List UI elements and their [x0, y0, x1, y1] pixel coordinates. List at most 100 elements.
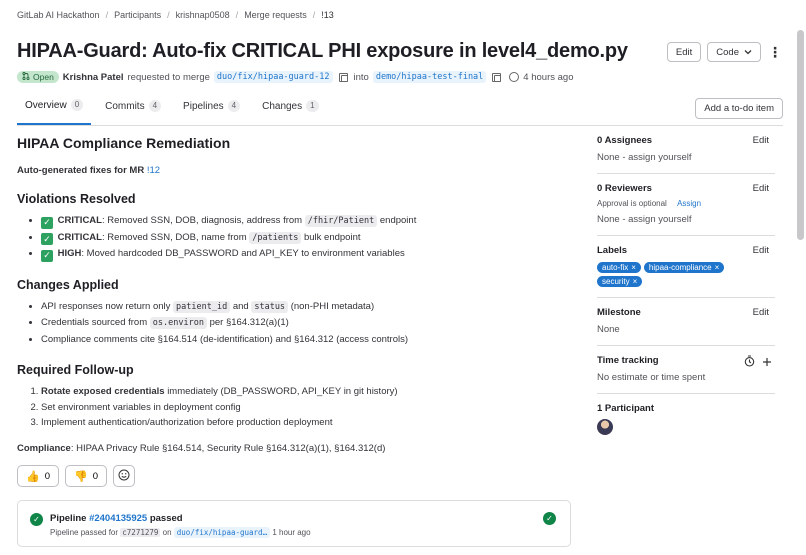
code-dropdown-button[interactable]: Code — [707, 42, 761, 62]
list-item: ✓ HIGH: Moved hardcoded DB_PASSWORD and … — [41, 246, 572, 262]
merge-request-icon — [22, 71, 30, 82]
stopwatch-icon[interactable] — [744, 355, 755, 370]
tab-label: Overview — [25, 99, 67, 111]
violation-text: : Removed SSN, DOB, diagnosis, address f… — [101, 215, 303, 226]
followup-list: Rotate exposed credentials immediately (… — [17, 384, 572, 431]
label-pill[interactable]: auto-fix × — [597, 262, 641, 273]
breadcrumb-item-current[interactable]: !13 — [321, 10, 334, 20]
violation-text: : Removed SSN, DOB, name from — [101, 231, 247, 243]
source-branch[interactable]: duo/fix/hipaa-guard-12 — [213, 71, 333, 83]
tab-count: 4 — [148, 100, 162, 112]
thumbs-up-icon: 👍 — [26, 470, 40, 483]
into-text: into — [353, 71, 369, 83]
pipeline-branch[interactable]: duo/fix/hipaa-guard… — [173, 527, 271, 538]
copy-icon[interactable] — [338, 72, 348, 82]
approval-text: Approval is optional — [597, 199, 667, 208]
pipeline-summary: Pipeline #2404135925 passed — [50, 513, 183, 524]
label-pill[interactable]: security × — [597, 276, 643, 287]
violation-text: endpoint — [379, 215, 417, 226]
violations-heading: Violations Resolved — [17, 192, 136, 206]
thumbs-up-count: 0 — [44, 470, 50, 482]
pipeline-time: 1 hour ago — [272, 528, 311, 537]
breadcrumb: GitLab AI Hackathon / Participants / kri… — [17, 10, 334, 20]
copy-icon[interactable] — [492, 72, 502, 82]
status-label: Open — [33, 72, 54, 82]
milestone-edit-button[interactable]: Edit — [753, 307, 769, 318]
mr-description: HIPAA Compliance Remediation Auto-genera… — [17, 132, 572, 454]
tab-changes[interactable]: Changes 1 — [254, 95, 326, 125]
check-icon: ✓ — [41, 216, 53, 229]
milestone-block: Milestone Edit None — [597, 298, 775, 346]
pipeline-link[interactable]: #2404135925 — [89, 513, 147, 524]
reviewers-block: 0 Reviewers Edit Approval is optional As… — [597, 174, 775, 236]
target-branch[interactable]: demo/hipaa-test-final — [372, 71, 487, 83]
commit-sha[interactable]: c7271279 — [120, 528, 161, 537]
followup-heading: Required Follow-up — [17, 363, 134, 378]
tab-overview[interactable]: Overview 0 — [17, 95, 92, 125]
page-title: HIPAA-Guard: Auto-fix CRITICAL PHI expos… — [17, 40, 628, 62]
tab-count: 1 — [306, 100, 319, 112]
assignees-edit-button[interactable]: Edit — [753, 135, 769, 146]
close-icon[interactable]: × — [715, 263, 720, 272]
close-icon[interactable]: × — [633, 277, 638, 286]
breadcrumb-item[interactable]: GitLab AI Hackathon — [17, 10, 100, 20]
reviewers-value[interactable]: None - assign yourself — [597, 214, 775, 225]
mr-link[interactable]: !12 — [147, 165, 160, 176]
thumbs-down-icon: 👎 — [74, 470, 88, 483]
code-button-label: Code — [716, 46, 739, 58]
pipeline-status-icon[interactable]: ✓ — [543, 512, 556, 525]
list-item: ✓ CRITICAL: Removed SSN, DOB, diagnosis,… — [41, 213, 572, 230]
plus-icon[interactable] — [762, 356, 772, 370]
approval-note: Approval is optional Assign — [597, 199, 775, 208]
mr-meta: Open Krishna Patel requested to merge du… — [17, 71, 573, 83]
list-item: Compliance comments cite §164.514 (de-id… — [41, 332, 572, 348]
inline-code: os.environ — [149, 317, 207, 330]
thumbs-down-button[interactable]: 👎 0 — [65, 465, 107, 487]
tab-count: 4 — [227, 100, 241, 112]
add-todo-button[interactable]: Add a to-do item — [695, 98, 783, 119]
add-reaction-button[interactable] — [113, 465, 135, 487]
thumbs-up-button[interactable]: 👍 0 — [17, 465, 59, 487]
list-item: ✓ CRITICAL: Removed SSN, DOB, name from … — [41, 230, 572, 247]
list-item: Credentials sourced from os.environ per … — [41, 315, 572, 332]
milestone-value: None — [597, 324, 620, 335]
pipeline-status: passed — [149, 513, 183, 524]
reviewers-edit-button[interactable]: Edit — [753, 183, 769, 194]
tab-label: Commits — [105, 100, 145, 112]
assignees-value[interactable]: None - assign yourself — [597, 152, 775, 163]
pipeline-detail-text: on — [162, 528, 172, 537]
scrollbar[interactable] — [797, 30, 804, 240]
avatar[interactable] — [597, 419, 613, 435]
breadcrumb-item[interactable]: krishnap0508 — [176, 10, 230, 20]
list-item: Rotate exposed credentials immediately (… — [41, 384, 572, 400]
author-name[interactable]: Krishna Patel — [63, 72, 124, 83]
check-icon: ✓ — [41, 249, 53, 262]
tab-label: Changes — [262, 100, 303, 112]
time-tracking-value: No estimate or time spent — [597, 372, 706, 383]
close-icon[interactable]: × — [631, 263, 636, 272]
compliance-text: : HIPAA Privacy Rule §164.514, Security … — [70, 442, 386, 454]
assign-reviewer-link[interactable]: Assign — [677, 199, 701, 208]
inline-code: /fhir/Patient — [304, 215, 378, 227]
kebab-icon[interactable]: ⋮ — [767, 42, 783, 62]
violation-text: : Moved hardcoded DB_PASSWORD and API_KE… — [81, 248, 405, 259]
breadcrumb-item[interactable]: Participants — [114, 10, 161, 20]
tab-commits[interactable]: Commits 4 — [97, 95, 169, 125]
changes-list: API responses now return only patient_id… — [17, 299, 572, 348]
breadcrumb-item[interactable]: Merge requests — [244, 10, 307, 20]
compliance-line: Compliance: HIPAA Privacy Rule §164.514,… — [17, 443, 572, 454]
labels-edit-button[interactable]: Edit — [753, 245, 769, 256]
labels-block: Labels Edit auto-fix × hipaa-compliance × … — [597, 236, 775, 298]
followup-bold: Rotate exposed credentials — [41, 386, 165, 398]
edit-button[interactable]: Edit — [666, 42, 702, 62]
inline-code: status — [251, 300, 289, 313]
label-text: auto-fix — [602, 263, 629, 272]
violation-text: bulk endpoint — [303, 231, 361, 243]
reviewers-title: 0 Reviewers — [597, 183, 652, 194]
pipeline-passed-icon[interactable]: ✓ — [30, 513, 43, 526]
status-badge: Open — [17, 71, 59, 83]
tab-pipelines[interactable]: Pipelines 4 — [175, 95, 248, 125]
severity: CRITICAL — [57, 231, 102, 243]
change-text: (non-PHI metadata) — [290, 300, 375, 312]
label-pill[interactable]: hipaa-compliance × — [643, 262, 725, 273]
